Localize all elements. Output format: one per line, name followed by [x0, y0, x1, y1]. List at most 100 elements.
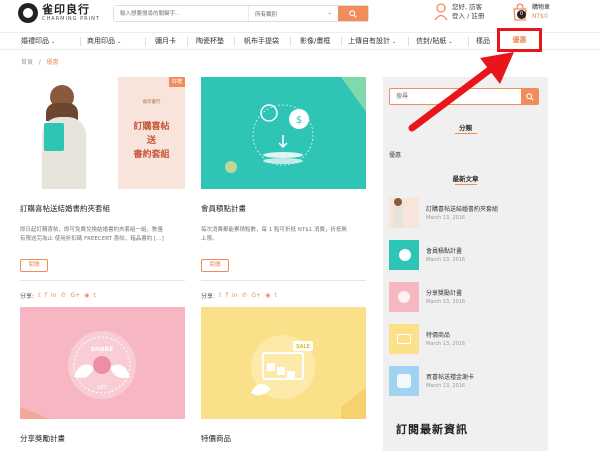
pinterest-icon[interactable]: ℗ [60, 292, 66, 299]
logo-bird-icon [18, 3, 38, 23]
breadcrumb: 首頁 / 優惠 [21, 57, 59, 66]
subscribe-heading: 訂閱最新資訊 [396, 423, 468, 436]
recent-post-date: March 13, 2016 [426, 383, 466, 389]
nav-item-upload-design[interactable]: 上傳自有設計 ⌄ [348, 33, 396, 50]
facebook-icon[interactable]: f [45, 292, 47, 299]
nav-item-offers-highlighted[interactable]: 優惠 [497, 28, 542, 52]
share-label: 分享: [20, 293, 35, 300]
search-input[interactable] [114, 6, 248, 21]
offer-tag: 好禮 [169, 77, 185, 87]
get-text: GET [97, 385, 108, 391]
cart-label: 購物車 [532, 4, 551, 11]
read-more-button[interactable]: 閱讀 [20, 259, 48, 272]
sale-illustration: SALE [251, 335, 366, 419]
google-plus-icon[interactable]: G+ [251, 292, 261, 299]
sidebar-search-input[interactable] [390, 89, 521, 104]
recent-post-title: 訂購喜帖送結婚書約夾套組 [426, 206, 499, 213]
excerpt-line: 即日起訂購喜帖，即可免費兌換結婚書約夾套組一組，數量 [20, 227, 164, 233]
post-image-sale[interactable]: SALE [201, 307, 366, 419]
category-link-offers[interactable]: 優惠 [389, 150, 401, 159]
share-label: 分享: [201, 293, 216, 300]
linkedin-icon[interactable]: in [51, 292, 56, 299]
nav-divider [408, 37, 409, 46]
promo-brand: 雀印書行 [142, 100, 161, 105]
header: 雀印良行 CHARMING PRINT 所有類別 ⌄ 您好, 訪客 登入 / 註… [0, 0, 600, 30]
twitter-icon[interactable]: 𝕥 [38, 292, 41, 299]
pinterest-icon[interactable]: ℗ [241, 292, 247, 299]
share-bar: 分享: 𝕥 f in ℗ G+ ◉ t [201, 291, 277, 300]
sidebar-search-button[interactable] [521, 89, 538, 104]
nav-divider [80, 37, 81, 46]
logo[interactable]: 雀印良行 CHARMING PRINT [18, 3, 100, 23]
sale-text: SALE [296, 344, 311, 350]
nav-item-frames[interactable]: 影像/畫框 [300, 33, 330, 50]
post-image-wedding-offer[interactable]: 好禮 雀印書行 訂購喜帖 送 書約套組 [20, 77, 185, 189]
recent-post[interactable]: 訂購喜帖送結婚書約夾套組 March 13, 2016 [389, 198, 544, 228]
nav-divider [234, 37, 235, 46]
account-link[interactable]: 您好, 訪客 登入 / 註冊 [434, 3, 484, 21]
promo-line-2: 送 [146, 136, 156, 146]
nav-item-ceramic-coasters[interactable]: 陶瓷杯墊 [196, 33, 224, 50]
categories-heading: 分類 [459, 124, 472, 132]
category-select[interactable]: 所有類別 ⌄ [248, 6, 338, 21]
facebook-icon[interactable]: f [226, 292, 228, 299]
recent-post-date: March 13, 2016 [426, 341, 466, 347]
nav-item-baby-cards[interactable]: 彌月卡 [155, 33, 176, 50]
promo-panel: 好禮 雀印書行 訂購喜帖 送 書約套組 [118, 77, 185, 189]
search-button[interactable] [338, 6, 368, 21]
tumblr-icon[interactable]: t [93, 292, 95, 299]
chevron-down-icon: ⌄ [117, 39, 122, 45]
nav-item-samples[interactable]: 樣品 [476, 33, 490, 50]
recent-post[interactable]: 特價商品 March 13, 2016 [389, 324, 544, 354]
recent-post[interactable]: 買喜帖送禮金謝卡 March 13, 2016 [389, 366, 544, 396]
post-title[interactable]: 分享獎勵計畫 [20, 433, 65, 444]
post-thumbnail [389, 240, 419, 270]
cart-count-badge: 0 [517, 10, 526, 19]
birds-illustration: SHARE GET [20, 331, 136, 419]
recent-post-title: 分享獎勵計畫 [426, 290, 463, 297]
user-icon [434, 3, 448, 21]
nav-divider [145, 37, 146, 46]
reddit-icon[interactable]: ◉ [84, 292, 89, 299]
nav-item-wedding-prints[interactable]: 婚禮印品 ⌄ [21, 33, 55, 50]
twitter-icon[interactable]: 𝕥 [219, 292, 222, 299]
search-bar: 所有類別 ⌄ [113, 5, 369, 22]
post-thumbnail [389, 282, 419, 312]
heading-rule [455, 184, 477, 185]
coin-illustration: $ [225, 77, 366, 173]
nav-item-envelopes[interactable]: 信封/貼紙 ⌄ [416, 33, 453, 50]
linkedin-icon[interactable]: in [232, 292, 237, 299]
sidebar-search [389, 88, 539, 105]
breadcrumb-home[interactable]: 首頁 [21, 59, 33, 66]
tumblr-icon[interactable]: t [274, 292, 276, 299]
share-text: SHARE [91, 346, 114, 353]
excerpt-line: 有限送完為止 使用折扣碼 FREECERT 喜帖，箱品書約 […] [20, 236, 164, 242]
google-plus-icon[interactable]: G+ [70, 292, 80, 299]
chevron-down-icon: ⌄ [51, 39, 56, 45]
reddit-icon[interactable]: ◉ [265, 292, 270, 299]
chevron-down-icon: ⌄ [448, 39, 453, 45]
search-icon [349, 9, 357, 18]
post-thumbnail [389, 198, 419, 228]
nav-item-canvas-totes[interactable]: 帆布手提袋 [244, 33, 279, 50]
category-select-value: 所有類別 [255, 12, 278, 18]
post-title[interactable]: 會員積點計畫 [201, 203, 246, 214]
cart-button[interactable]: 0 購物車 NT$0 [512, 3, 550, 21]
heading-rule [455, 133, 477, 134]
recent-post-date: March 13, 2016 [426, 299, 466, 305]
post-title[interactable]: 特價商品 [201, 433, 231, 444]
promo-line-1: 訂購喜帖 [133, 122, 170, 132]
recent-post[interactable]: 會員積點計畫 March 13, 2016 [389, 240, 544, 270]
post-title[interactable]: 訂購喜帖送結婚書約夾套組 [20, 203, 110, 214]
chevron-down-icon: ⌄ [392, 39, 397, 45]
read-more-button[interactable]: 閱讀 [201, 259, 229, 272]
nav-item-business-prints[interactable]: 商用印品 ⌄ [87, 33, 121, 50]
recent-post-title: 買喜帖送禮金謝卡 [426, 374, 475, 381]
login-register-link[interactable]: 登入 / 註冊 [452, 12, 484, 21]
recent-post[interactable]: 分享獎勵計畫 March 13, 2016 [389, 282, 544, 312]
post-image-share-reward[interactable]: SHARE GET [20, 307, 185, 419]
sidebar: 分類 優惠 最新文章 訂購喜帖送結婚書約夾套組 March 13, 2016 會… [383, 77, 548, 451]
model-photo [20, 77, 118, 189]
post-image-member-points[interactable]: $ [201, 77, 366, 189]
logo-subtitle: CHARMING PRINT [42, 16, 100, 22]
